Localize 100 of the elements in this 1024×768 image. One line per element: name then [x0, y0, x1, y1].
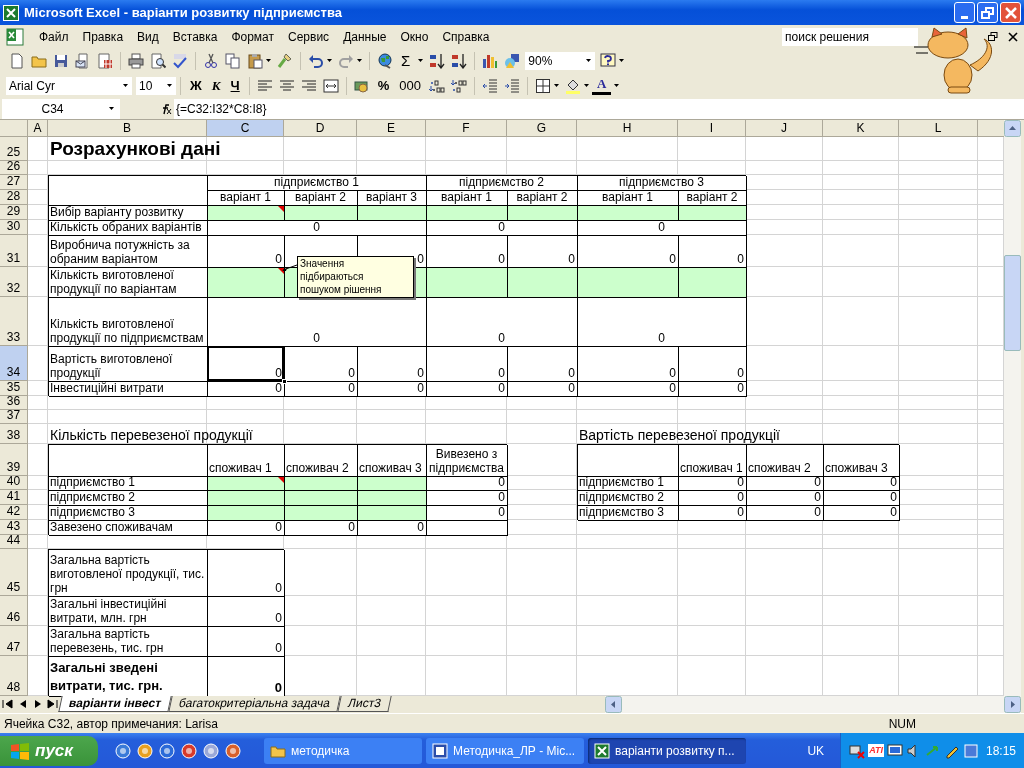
close-button[interactable] [1000, 2, 1021, 23]
menu-item[interactable]: Вставка [165, 27, 225, 46]
row-header[interactable]: 27 [0, 175, 28, 190]
row-header[interactable]: 34 [0, 346, 28, 381]
tray-label[interactable]: ATI [868, 743, 884, 758]
input-cell[interactable] [357, 490, 426, 505]
help-search-field[interactable]: поиск решения [782, 27, 918, 46]
bar-chart-icon[interactable] [482, 52, 499, 69]
globe-icon[interactable] [159, 742, 175, 759]
input-cell[interactable] [678, 267, 746, 297]
input-cell[interactable] [207, 505, 284, 520]
menu-item[interactable]: Вид [130, 27, 166, 46]
spell-check-icon[interactable] [172, 52, 188, 69]
input-cell[interactable] [207, 205, 284, 220]
vertical-scrollbar[interactable] [1004, 120, 1021, 696]
scissors-icon[interactable] [203, 52, 219, 69]
sort-descending-icon[interactable] [451, 52, 468, 69]
input-cell[interactable] [284, 476, 357, 490]
caret-icon[interactable] [619, 59, 625, 62]
menu-item[interactable]: Окно [393, 27, 436, 46]
zoom-dropdown[interactable]: 90% [525, 51, 596, 70]
row-header[interactable]: 33 [0, 297, 28, 346]
row-header[interactable]: 41 [0, 490, 28, 505]
input-cell[interactable] [357, 476, 426, 490]
restore-button[interactable] [977, 2, 998, 23]
taskbar-button[interactable]: Методичка_ЛР - Mic... [426, 737, 584, 764]
row-header[interactable]: 48 [0, 656, 28, 696]
input-cell[interactable] [577, 205, 678, 220]
caret-icon[interactable] [584, 84, 589, 87]
input-cell[interactable] [426, 267, 507, 297]
document-grid-icon[interactable] [97, 52, 113, 69]
input-cell[interactable] [507, 205, 577, 220]
align-left-icon[interactable] [256, 77, 273, 94]
borders-icon[interactable] [535, 77, 551, 94]
row-header[interactable]: 30 [0, 220, 28, 235]
increase-indent-icon[interactable] [504, 77, 520, 94]
language-indicator[interactable]: UK [807, 741, 825, 760]
minimize-button[interactable] [954, 2, 975, 23]
input-cell[interactable] [577, 267, 678, 297]
sort-ascending-icon[interactable] [429, 52, 446, 69]
column-header[interactable]: L [899, 120, 978, 137]
help-icon[interactable] [600, 52, 617, 69]
scroll-left-icon[interactable] [605, 696, 622, 713]
input-cell[interactable] [284, 205, 357, 220]
font-color-button[interactable]: A [592, 76, 612, 95]
autosum-button[interactable]: Σ [396, 52, 416, 69]
caret-icon[interactable] [586, 59, 592, 62]
sheet-tab[interactable]: варіанти інвест [58, 696, 172, 712]
last-sheet-icon[interactable] [45, 696, 60, 712]
column-header[interactable]: A [28, 120, 48, 137]
row-header[interactable]: 35 [0, 381, 28, 396]
row-header[interactable]: 36 [0, 396, 28, 410]
row-header[interactable]: 43 [0, 520, 28, 535]
menu-item[interactable]: Формат [224, 27, 282, 46]
toolbar-button[interactable]: 000 [394, 77, 426, 94]
column-header[interactable]: I [678, 120, 746, 137]
record-icon[interactable] [181, 742, 197, 759]
row-header[interactable]: 29 [0, 205, 28, 220]
browser-icon[interactable] [115, 742, 131, 759]
column-header[interactable]: H [577, 120, 678, 137]
input-cell[interactable] [284, 505, 357, 520]
fill-color-icon[interactable] [565, 77, 581, 94]
shapes-icon[interactable] [504, 52, 521, 69]
scroll-thumb[interactable] [1004, 255, 1021, 351]
sheet-tab[interactable]: Лист3 [337, 696, 392, 712]
column-header[interactable]: F [426, 120, 507, 137]
row-header[interactable]: 47 [0, 626, 28, 656]
print-preview-icon[interactable] [150, 52, 166, 69]
scroll-right-icon[interactable] [1004, 696, 1021, 713]
taskbar-button[interactable]: варіанти розвитку п... [588, 737, 746, 764]
caret-icon[interactable] [109, 107, 114, 110]
row-header[interactable]: 46 [0, 596, 28, 626]
caret-icon[interactable] [327, 59, 332, 62]
copy-icon[interactable] [225, 52, 241, 69]
document-icon[interactable] [9, 52, 25, 69]
first-sheet-icon[interactable] [0, 696, 15, 712]
paint-icon[interactable] [225, 742, 241, 759]
row-header[interactable]: 40 [0, 476, 28, 490]
column-header[interactable]: C [207, 120, 284, 137]
menu-item[interactable]: Правка [75, 27, 131, 46]
spreadsheet-icon[interactable] [6, 27, 24, 46]
align-right-icon[interactable] [300, 77, 317, 94]
menu-item[interactable]: Файл [32, 27, 76, 46]
taskbar-button[interactable]: методичка [264, 737, 422, 764]
decrease-indent-icon[interactable] [482, 77, 498, 94]
scroll-up-icon[interactable] [1004, 120, 1021, 137]
input-cell[interactable] [426, 205, 507, 220]
input-cell[interactable] [207, 267, 284, 297]
monitor-icon[interactable] [886, 742, 903, 759]
font-dropdown[interactable]: Arial Cyr [6, 76, 132, 95]
caret-icon[interactable] [554, 84, 559, 87]
caret-icon[interactable] [167, 84, 172, 87]
paintbrush-icon[interactable] [277, 52, 293, 69]
menu-item[interactable]: Сервис [281, 27, 337, 46]
caret-icon[interactable] [123, 84, 128, 87]
caret-icon[interactable] [357, 59, 362, 62]
row-header[interactable]: 26 [0, 161, 28, 175]
column-header[interactable]: G [507, 120, 577, 137]
row-header[interactable]: 44 [0, 535, 28, 549]
mail-document-icon[interactable] [75, 52, 91, 69]
